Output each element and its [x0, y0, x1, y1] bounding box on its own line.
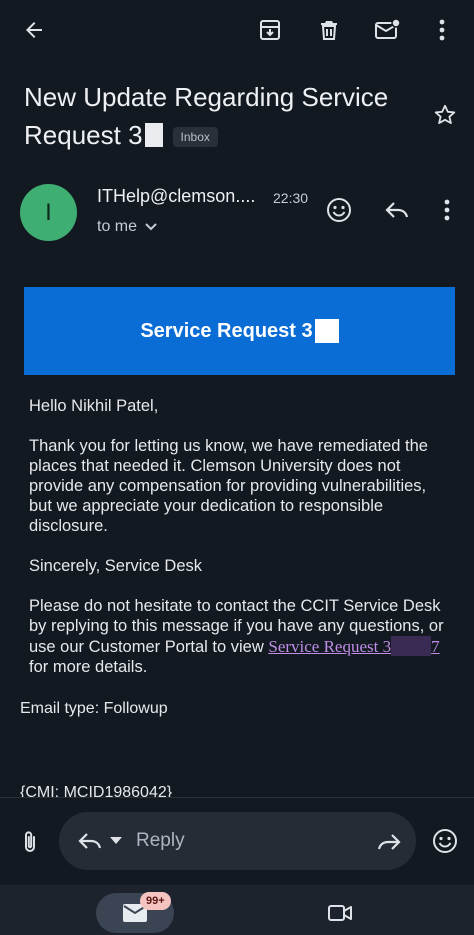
chevron-down-icon: [145, 223, 157, 231]
body-paragraph: Thank you for letting us know, we have r…: [29, 437, 428, 535]
recipient-toggle[interactable]: to me: [97, 218, 157, 236]
contact-text-suffix: for more details.: [29, 658, 148, 676]
mail-count-badge: 99+: [140, 892, 171, 910]
redacted-block: [391, 636, 432, 656]
link-text-end: 7: [431, 637, 440, 656]
mark-unread-button[interactable]: [367, 10, 407, 50]
emoji-smile-icon: [327, 198, 351, 222]
forward-button[interactable]: [372, 826, 406, 858]
trash-icon: [321, 21, 337, 40]
sender-avatar[interactable]: I: [20, 184, 77, 241]
paperclip-icon: [25, 831, 35, 852]
arrow-left-icon: [26, 22, 42, 38]
inbox-label-chip[interactable]: Inbox: [172, 127, 218, 148]
dots-vertical-icon: [439, 19, 445, 41]
email-subject: New Update Regarding Service Request 3 In…: [24, 78, 414, 154]
service-request-link[interactable]: Service Request 3 7: [268, 636, 440, 656]
emoji-button[interactable]: [428, 824, 462, 858]
attach-button[interactable]: [14, 826, 46, 858]
link-text-start: Service Request 3: [268, 637, 392, 656]
star-button[interactable]: [428, 98, 462, 132]
delete-button[interactable]: [309, 10, 349, 50]
reply-placeholder: Reply: [136, 830, 185, 851]
video-camera-icon: [328, 905, 352, 921]
archive-button[interactable]: [250, 10, 290, 50]
redacted-block: [144, 123, 163, 147]
redacted-block: [314, 319, 339, 343]
more-options-button[interactable]: [424, 10, 460, 50]
email-type: Email type: Followup: [20, 700, 168, 717]
back-button[interactable]: [14, 10, 54, 50]
archive-icon: [260, 20, 280, 40]
email-time: 22:30: [273, 190, 309, 206]
reply-button[interactable]: [380, 193, 414, 227]
service-request-banner: Service Request 3: [24, 287, 455, 375]
dots-vertical-icon: [444, 199, 450, 221]
mail-unread-icon: [375, 18, 400, 39]
sender-name[interactable]: ITHelp@clemson....: [97, 186, 255, 207]
cmi-reference: {CMI: MCID1986042}: [20, 784, 173, 798]
contact-paragraph: Please do not hesitate to contact the CC…: [29, 596, 449, 677]
forward-icon: [377, 834, 401, 850]
emoji-smile-icon: [433, 829, 457, 853]
add-reaction-button[interactable]: [322, 193, 356, 227]
caret-down-icon: [110, 837, 122, 844]
signature: Sincerely, Service Desk: [29, 557, 203, 575]
reply-icon: [385, 202, 409, 218]
bottom-navigation: [0, 885, 474, 935]
reply-mode-dropdown[interactable]: [72, 826, 128, 856]
message-more-button[interactable]: [432, 193, 462, 227]
nav-meet-tab[interactable]: [322, 897, 358, 929]
star-icon: [434, 104, 456, 124]
greeting: Hello Nikhil Patel,: [29, 397, 159, 415]
reply-icon: [78, 833, 102, 849]
email-body: Hello Nikhil Patel, Thank you for lettin…: [29, 396, 449, 697]
avatar-letter: I: [45, 198, 52, 226]
banner-title: Service Request 3: [140, 319, 313, 342]
recipient-text: to me: [97, 218, 138, 235]
